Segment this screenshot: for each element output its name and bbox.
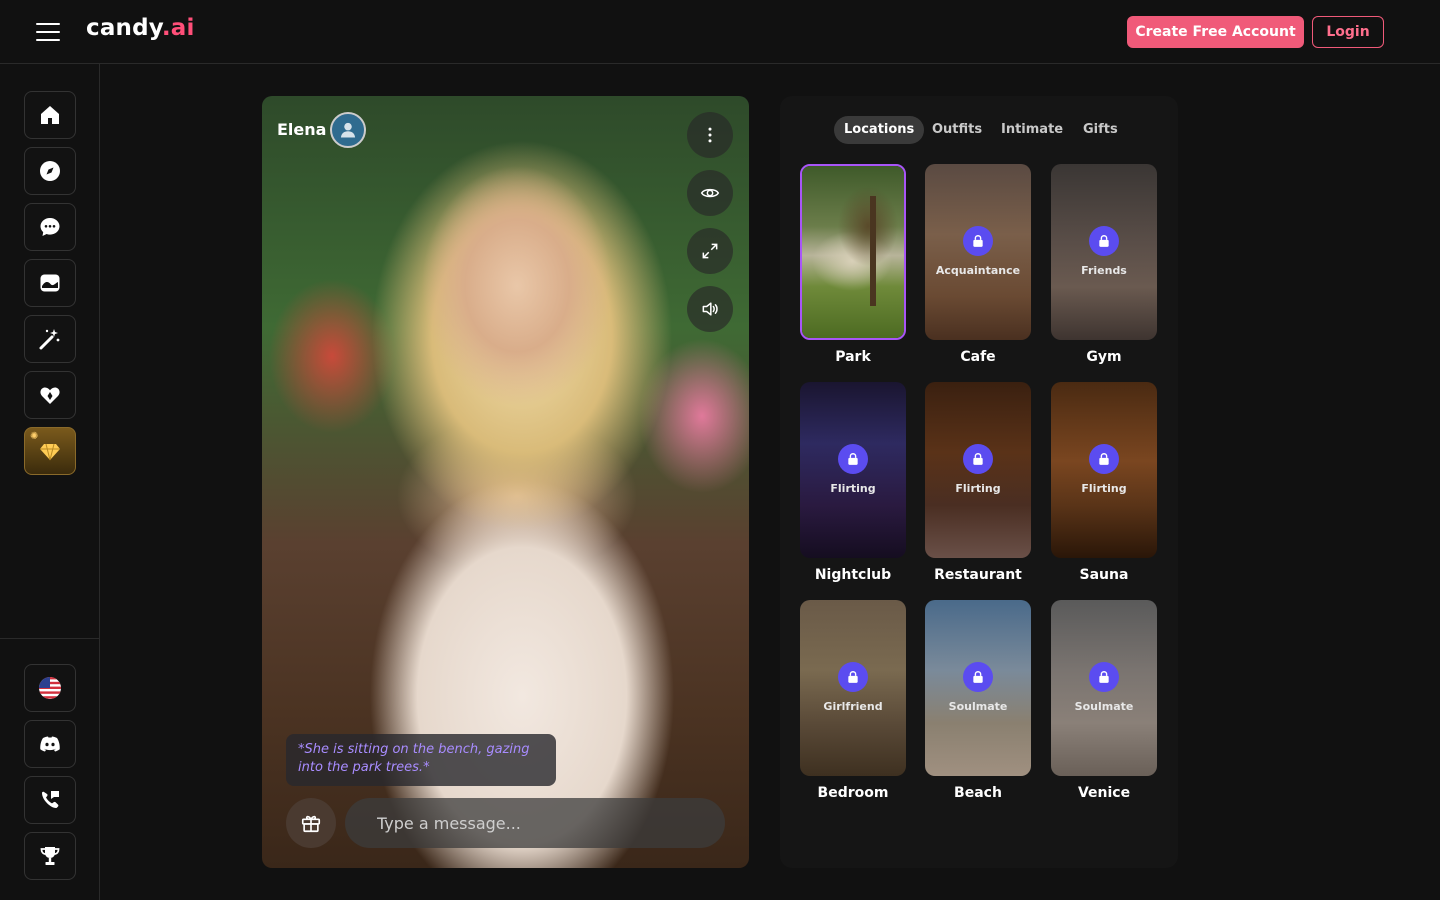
sidebar-item-chat[interactable]: [24, 203, 76, 251]
lock-icon: [963, 444, 993, 474]
sidebar-item-support[interactable]: [24, 776, 76, 824]
relationship-tag: Flirting: [1081, 482, 1127, 495]
location-tile-restaurant[interactable]: Flirting: [925, 382, 1031, 558]
tab-locations[interactable]: Locations: [834, 116, 925, 144]
location-label-restaurant: Restaurant: [934, 567, 1022, 583]
view-button[interactable]: [687, 170, 733, 216]
sidebar-divider: [0, 638, 100, 639]
fullscreen-button[interactable]: [687, 228, 733, 274]
sidebar-item-language[interactable]: [24, 664, 76, 712]
expand-icon: [702, 243, 718, 259]
discord-icon: [40, 736, 60, 752]
tab-intimate[interactable]: Intimate: [991, 116, 1073, 144]
lock-icon: [838, 444, 868, 474]
create-account-button[interactable]: Create Free Account: [1127, 16, 1304, 48]
relationship-tag: Friends: [1081, 264, 1127, 277]
sidebar-item-premium[interactable]: ✺: [24, 427, 76, 475]
lock-icon: [838, 662, 868, 692]
relationship-tag: Soulmate: [1074, 700, 1134, 713]
sparkle-icon: ✺: [30, 431, 39, 442]
chat-bubble-icon: [40, 218, 60, 236]
location-tile-cafe[interactable]: Acquaintance: [925, 164, 1031, 340]
location-label-bedroom: Bedroom: [817, 785, 889, 801]
lock-icon: [1089, 444, 1119, 474]
magic-wand-icon: [39, 329, 60, 350]
gift-icon: [301, 815, 321, 833]
relationship-tag: Flirting: [955, 482, 1001, 495]
sidebar-item-leaderboard[interactable]: [24, 832, 76, 880]
home-icon: [41, 106, 59, 124]
trophy-icon: [40, 847, 60, 865]
us-flag-icon: [39, 677, 61, 699]
sidebar: ✺: [0, 64, 100, 900]
sound-button[interactable]: [687, 286, 733, 332]
character-name: Elena: [277, 120, 327, 139]
logo[interactable]: candy.ai: [86, 15, 195, 41]
heart-icon: [40, 387, 60, 404]
message-input[interactable]: [345, 798, 725, 848]
sidebar-item-home[interactable]: [24, 91, 76, 139]
location-tile-venice[interactable]: Soulmate: [1051, 600, 1157, 776]
tab-gifts[interactable]: Gifts: [1073, 116, 1128, 144]
logo-main: candy: [86, 15, 162, 41]
relationship-tag: Flirting: [830, 482, 876, 495]
location-label-beach: Beach: [954, 785, 1002, 801]
relationship-tag: Girlfriend: [823, 700, 883, 713]
hamburger-menu-icon[interactable]: [36, 23, 60, 41]
login-button[interactable]: Login: [1312, 16, 1384, 48]
relationship-tag: Acquaintance: [935, 264, 1021, 277]
sidebar-item-companions[interactable]: [24, 371, 76, 419]
location-tile-gym[interactable]: Friends: [1051, 164, 1157, 340]
diamond-icon: [40, 443, 60, 461]
location-tile-park[interactable]: [800, 164, 906, 340]
more-vertical-icon: [708, 127, 712, 143]
location-label-cafe: Cafe: [960, 349, 996, 365]
profile-avatar-icon[interactable]: [330, 112, 366, 148]
relationship-tag: Soulmate: [948, 700, 1008, 713]
sidebar-item-discord[interactable]: [24, 720, 76, 768]
location-label-gym: Gym: [1086, 349, 1122, 365]
sidebar-item-gallery[interactable]: [24, 259, 76, 307]
tab-outfits[interactable]: Outfits: [922, 116, 992, 144]
more-options-button[interactable]: [687, 112, 733, 158]
speaker-icon: [702, 302, 718, 316]
location-tile-bedroom[interactable]: Girlfriend: [800, 600, 906, 776]
park-tree: [870, 196, 876, 306]
location-label-nightclub: Nightclub: [814, 567, 892, 583]
location-label-venice: Venice: [1077, 785, 1131, 801]
location-label-park: Park: [835, 349, 871, 365]
sidebar-item-generate[interactable]: [24, 315, 76, 363]
eye-icon: [700, 188, 720, 198]
narration-bubble: *She is sitting on the bench, gazing int…: [286, 734, 556, 786]
top-header: candy.ai Create Free Account Login: [0, 0, 1440, 64]
compass-icon: [40, 161, 60, 181]
location-tile-nightclub[interactable]: Flirting: [800, 382, 906, 558]
lock-icon: [963, 662, 993, 692]
gift-button[interactable]: [286, 798, 336, 848]
location-label-sauna: Sauna: [1079, 567, 1129, 583]
gallery-icon: [40, 274, 60, 292]
location-tile-beach[interactable]: Soulmate: [925, 600, 1031, 776]
lock-icon: [963, 226, 993, 256]
lock-icon: [1089, 226, 1119, 256]
location-tile-sauna[interactable]: Flirting: [1051, 382, 1157, 558]
sidebar-item-explore[interactable]: [24, 147, 76, 195]
support-icon: [42, 791, 59, 809]
park-thumbnail: [802, 166, 904, 338]
lock-icon: [1089, 662, 1119, 692]
logo-accent: .ai: [161, 15, 195, 41]
